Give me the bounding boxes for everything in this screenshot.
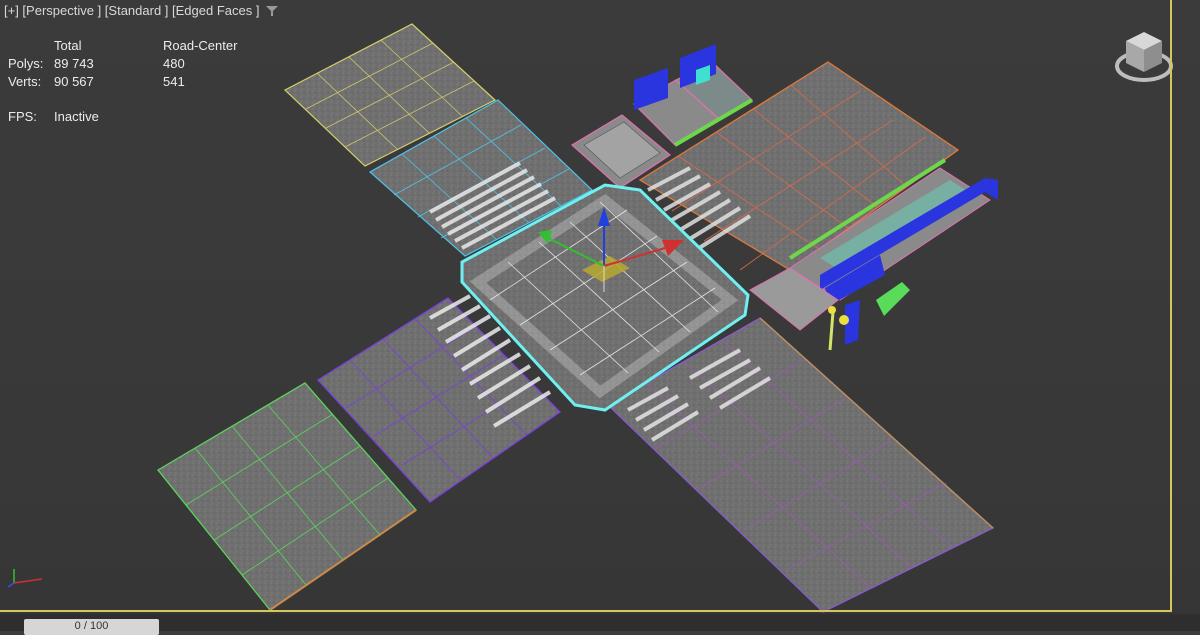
stats-col-total: Total — [54, 38, 82, 53]
viewport-menu-label[interactable]: [+] [Perspective ] [Standard ] [Edged Fa… — [4, 3, 279, 18]
stats-verts-label: Verts: — [8, 74, 42, 89]
viewcube-icon[interactable] — [1112, 28, 1176, 84]
filter-icon[interactable] — [265, 4, 279, 18]
stats-fps-value: Inactive — [54, 109, 99, 124]
stats-verts-total: 90 567 — [54, 74, 94, 89]
stats-polys-label: Polys: — [8, 56, 44, 71]
stats-fps-label: FPS: — [8, 109, 37, 124]
scene-canvas[interactable] — [0, 0, 1200, 631]
stats-col-selection: Road-Center — [163, 38, 238, 53]
timeline-bar[interactable] — [0, 614, 1200, 631]
stats-polys-selection: 480 — [163, 56, 185, 71]
perspective-viewport[interactable]: [+] [Perspective ] [Standard ] [Edged Fa… — [0, 0, 1200, 631]
axis-tripod-icon — [7, 569, 43, 588]
time-slider[interactable]: 0 / 100 — [24, 619, 159, 635]
stats-polys-total: 89 743 — [54, 56, 94, 71]
stats-verts-selection: 541 — [163, 74, 185, 89]
viewport-menu-text[interactable]: [+] [Perspective ] [Standard ] [Edged Fa… — [4, 3, 259, 18]
